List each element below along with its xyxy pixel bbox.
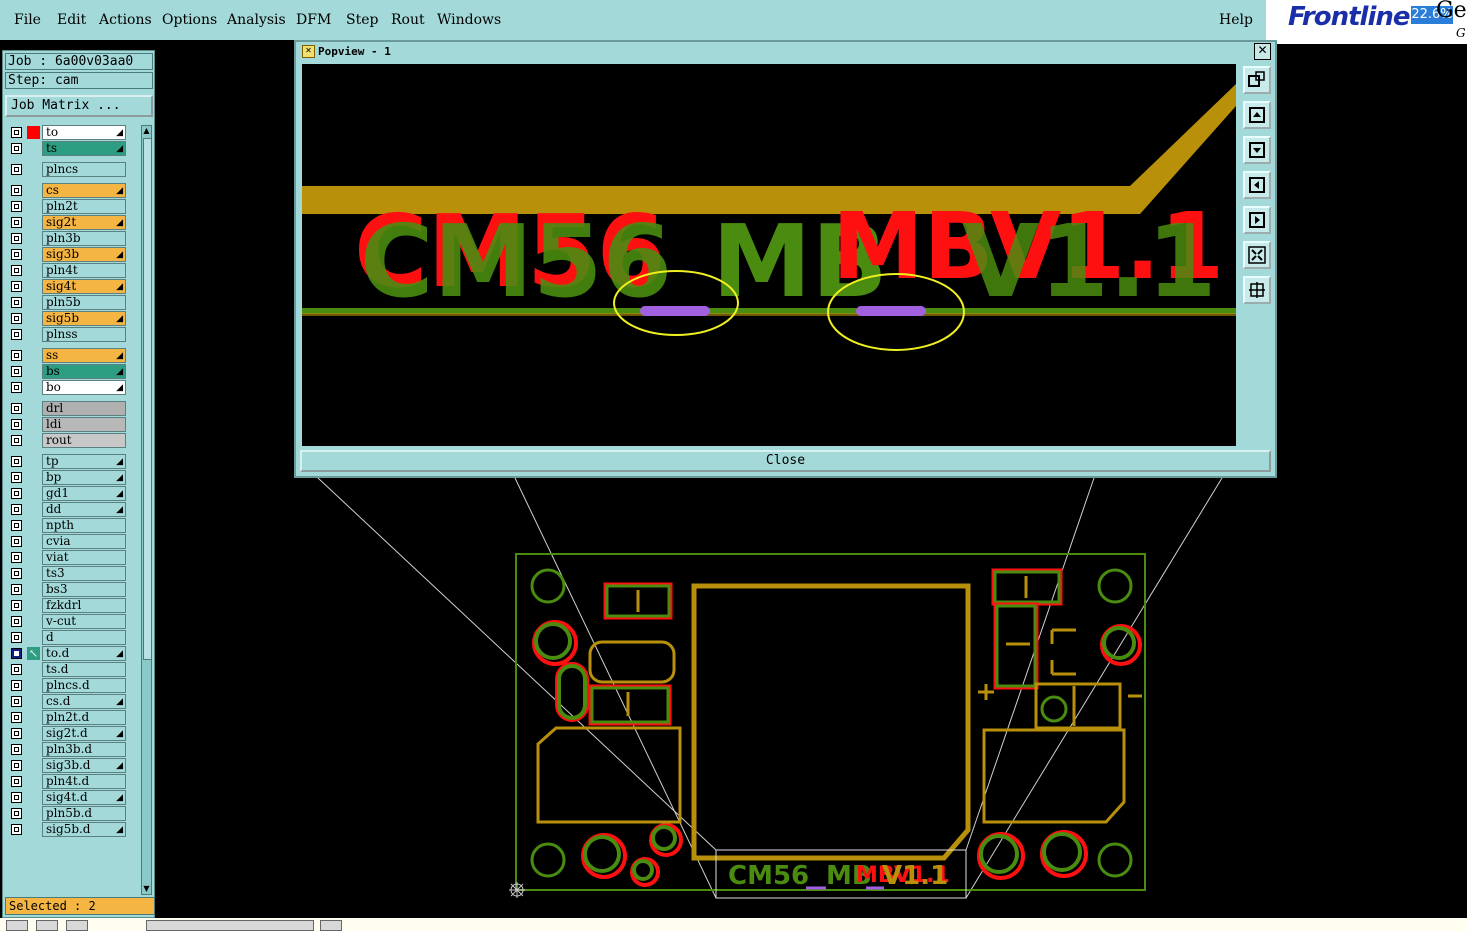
popview-silk-text: CM56 CM56 MB MBV1.1 V1.1: [354, 193, 1224, 320]
popview-close-button[interactable]: Close: [300, 450, 1271, 472]
rect-pads: [588, 568, 1063, 726]
popview-graphics: CM56 CM56 MB MBV1.1 V1.1: [302, 84, 1236, 351]
defect-mark-1: [640, 306, 710, 316]
zoom-out-button[interactable]: [1243, 276, 1271, 304]
zoom-fit-icon: [1248, 246, 1266, 264]
status-button-1[interactable]: [6, 920, 28, 931]
popview-toolbar: [1241, 64, 1273, 446]
zoom-out-icon: [1249, 282, 1265, 298]
popview-titlebar[interactable]: ✕ Popview - 1 ✕: [296, 42, 1275, 60]
pan-left-icon: [1249, 177, 1265, 193]
status-button-2[interactable]: [36, 920, 58, 931]
status-bar: [0, 918, 1467, 931]
status-button-3[interactable]: [66, 920, 88, 931]
round-pads: [532, 620, 1142, 887]
zoom-window-button[interactable]: [1243, 66, 1271, 94]
svg-text:V1.1: V1.1: [882, 861, 948, 891]
pan-down-button[interactable]: [1243, 136, 1271, 164]
board-silk-text: CM56 MB MBV1.1 V1.1: [728, 861, 950, 891]
pan-up-button[interactable]: [1243, 101, 1271, 129]
status-field[interactable]: [146, 920, 314, 931]
svg-text:V1.1: V1.1: [962, 203, 1217, 320]
zoom-lines: [317, 477, 1223, 899]
popview-canvas[interactable]: CM56 CM56 MB MBV1.1 V1.1: [302, 64, 1236, 446]
window-menu-icon[interactable]: ✕: [302, 45, 315, 58]
zoom-fit-button[interactable]: [1243, 241, 1271, 269]
origin-icon: [509, 882, 525, 898]
zoom-window-icon: [1248, 71, 1265, 87]
pan-up-icon: [1249, 107, 1265, 123]
defect-mark-2: [856, 306, 926, 316]
status-button-4[interactable]: [320, 920, 342, 931]
pan-left-button[interactable]: [1243, 171, 1271, 199]
pan-right-icon: [1249, 212, 1265, 228]
pan-right-button[interactable]: [1243, 206, 1271, 234]
pan-down-icon: [1249, 142, 1265, 158]
svg-text:CM56: CM56: [360, 203, 672, 320]
svg-text:CM56: CM56: [728, 861, 809, 891]
close-icon[interactable]: ✕: [1254, 43, 1271, 60]
popview-window: ✕ Popview - 1 ✕ CM56 CM56 MB MBV1.1 V1.1: [294, 40, 1277, 478]
popview-title: Popview - 1: [318, 45, 391, 58]
